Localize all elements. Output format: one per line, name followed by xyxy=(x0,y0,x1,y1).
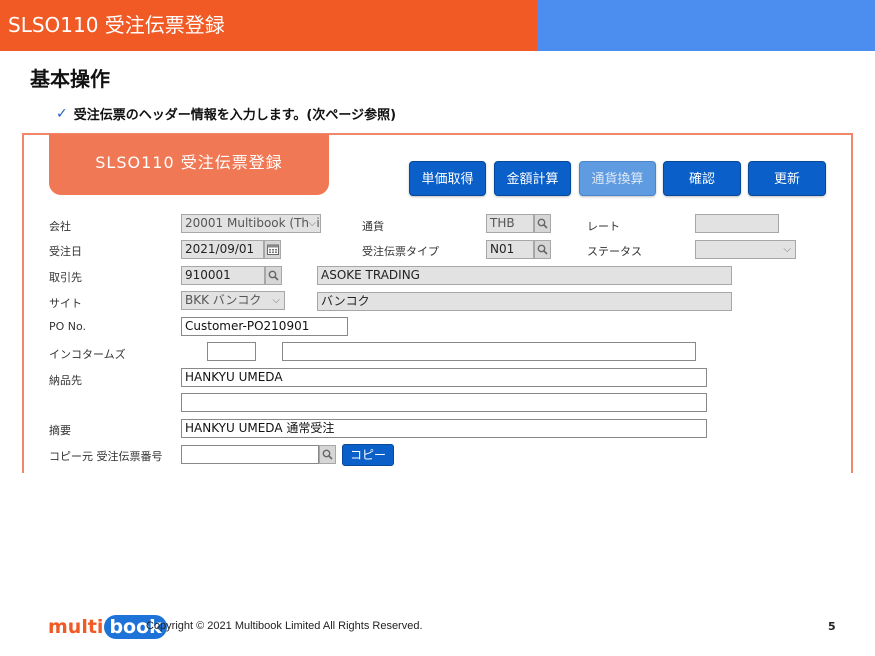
delivery-address-input-2[interactable] xyxy=(181,393,707,412)
incoterms-text-input[interactable] xyxy=(282,342,696,361)
slide-title: SLSO110 受注伝票登録 xyxy=(0,0,537,51)
slide-title-bar: SLSO110 受注伝票登録 xyxy=(0,0,875,51)
title-bar-accent xyxy=(537,0,875,51)
search-icon[interactable] xyxy=(534,240,551,259)
chevron-down-icon: ⌵ xyxy=(783,244,791,255)
search-icon[interactable] xyxy=(319,445,336,464)
check-icon: ✓ xyxy=(56,105,68,122)
po-label: PO No. xyxy=(49,320,87,333)
delivery-label: 納品先 xyxy=(49,374,82,387)
chevron-down-icon: ⌵ xyxy=(272,292,280,309)
copyright-text: Copyright © 2021 Multibook Limited All R… xyxy=(146,620,423,632)
page-number: 5 xyxy=(828,620,836,633)
site-select[interactable]: BKK バンコク ⌵ xyxy=(181,291,285,310)
unit-price-button[interactable]: 単価取得 xyxy=(409,161,486,196)
slip-type-label: 受注伝票タイプ xyxy=(362,245,439,258)
partner-code-field[interactable]: 910001 xyxy=(181,266,265,285)
company-value: 20001 Multibook (Thail xyxy=(185,216,321,230)
incoterms-code-input[interactable] xyxy=(207,342,256,361)
currency-conversion-button[interactable]: 通貨換算 xyxy=(579,161,656,196)
summary-input[interactable]: HANKYU UMEDA 通常受注 xyxy=(181,419,707,438)
order-date-field[interactable]: 2021/09/01 xyxy=(181,240,264,259)
partner-label: 取引先 xyxy=(49,271,82,284)
site-label: サイト xyxy=(49,297,82,310)
partner-name-field: ASOKE TRADING xyxy=(317,266,732,285)
currency-label: 通貨 xyxy=(362,220,384,233)
calendar-icon[interactable] xyxy=(264,240,281,259)
update-button[interactable]: 更新 xyxy=(748,161,826,196)
bullet-text: 受注伝票のヘッダー情報を入力します。(次ページ参照) xyxy=(73,108,397,123)
company-label: 会社 xyxy=(49,220,71,233)
copy-button[interactable]: コピー xyxy=(342,444,394,466)
section-title: 基本操作 xyxy=(30,67,110,91)
screen-banner: SLSO110 受注伝票登録 xyxy=(49,134,329,195)
status-label: ステータス xyxy=(587,245,642,258)
confirm-button[interactable]: 確認 xyxy=(663,161,741,196)
bullet-item: ✓ 受注伝票のヘッダー情報を入力します。(次ページ参照) xyxy=(56,104,397,124)
order-date-label: 受注日 xyxy=(49,245,82,258)
rate-label: レート xyxy=(587,220,620,233)
slip-type-field[interactable]: N01 xyxy=(486,240,534,259)
summary-label: 摘要 xyxy=(49,424,71,437)
site-value: BKK バンコク xyxy=(185,293,262,307)
rate-field xyxy=(695,214,779,233)
search-icon[interactable] xyxy=(265,266,282,285)
po-number-input[interactable]: Customer-PO210901 xyxy=(181,317,348,336)
incoterms-label: インコタームズ xyxy=(49,348,126,361)
delivery-address-input-1[interactable]: HANKYU UMEDA xyxy=(181,368,707,387)
site-name-field: バンコク xyxy=(317,292,732,311)
search-icon[interactable] xyxy=(534,214,551,233)
currency-field[interactable]: THB xyxy=(486,214,534,233)
logo-text-multi: multi xyxy=(48,616,104,638)
copy-source-input[interactable] xyxy=(181,445,319,464)
amount-calc-button[interactable]: 金額計算 xyxy=(494,161,571,196)
status-select[interactable]: ⌵ xyxy=(695,240,796,259)
copy-source-label: コピー元 受注伝票番号 xyxy=(49,450,163,463)
chevron-down-icon: ⌵ xyxy=(308,215,316,232)
company-select[interactable]: 20001 Multibook (Thail ⌵ xyxy=(181,214,321,233)
